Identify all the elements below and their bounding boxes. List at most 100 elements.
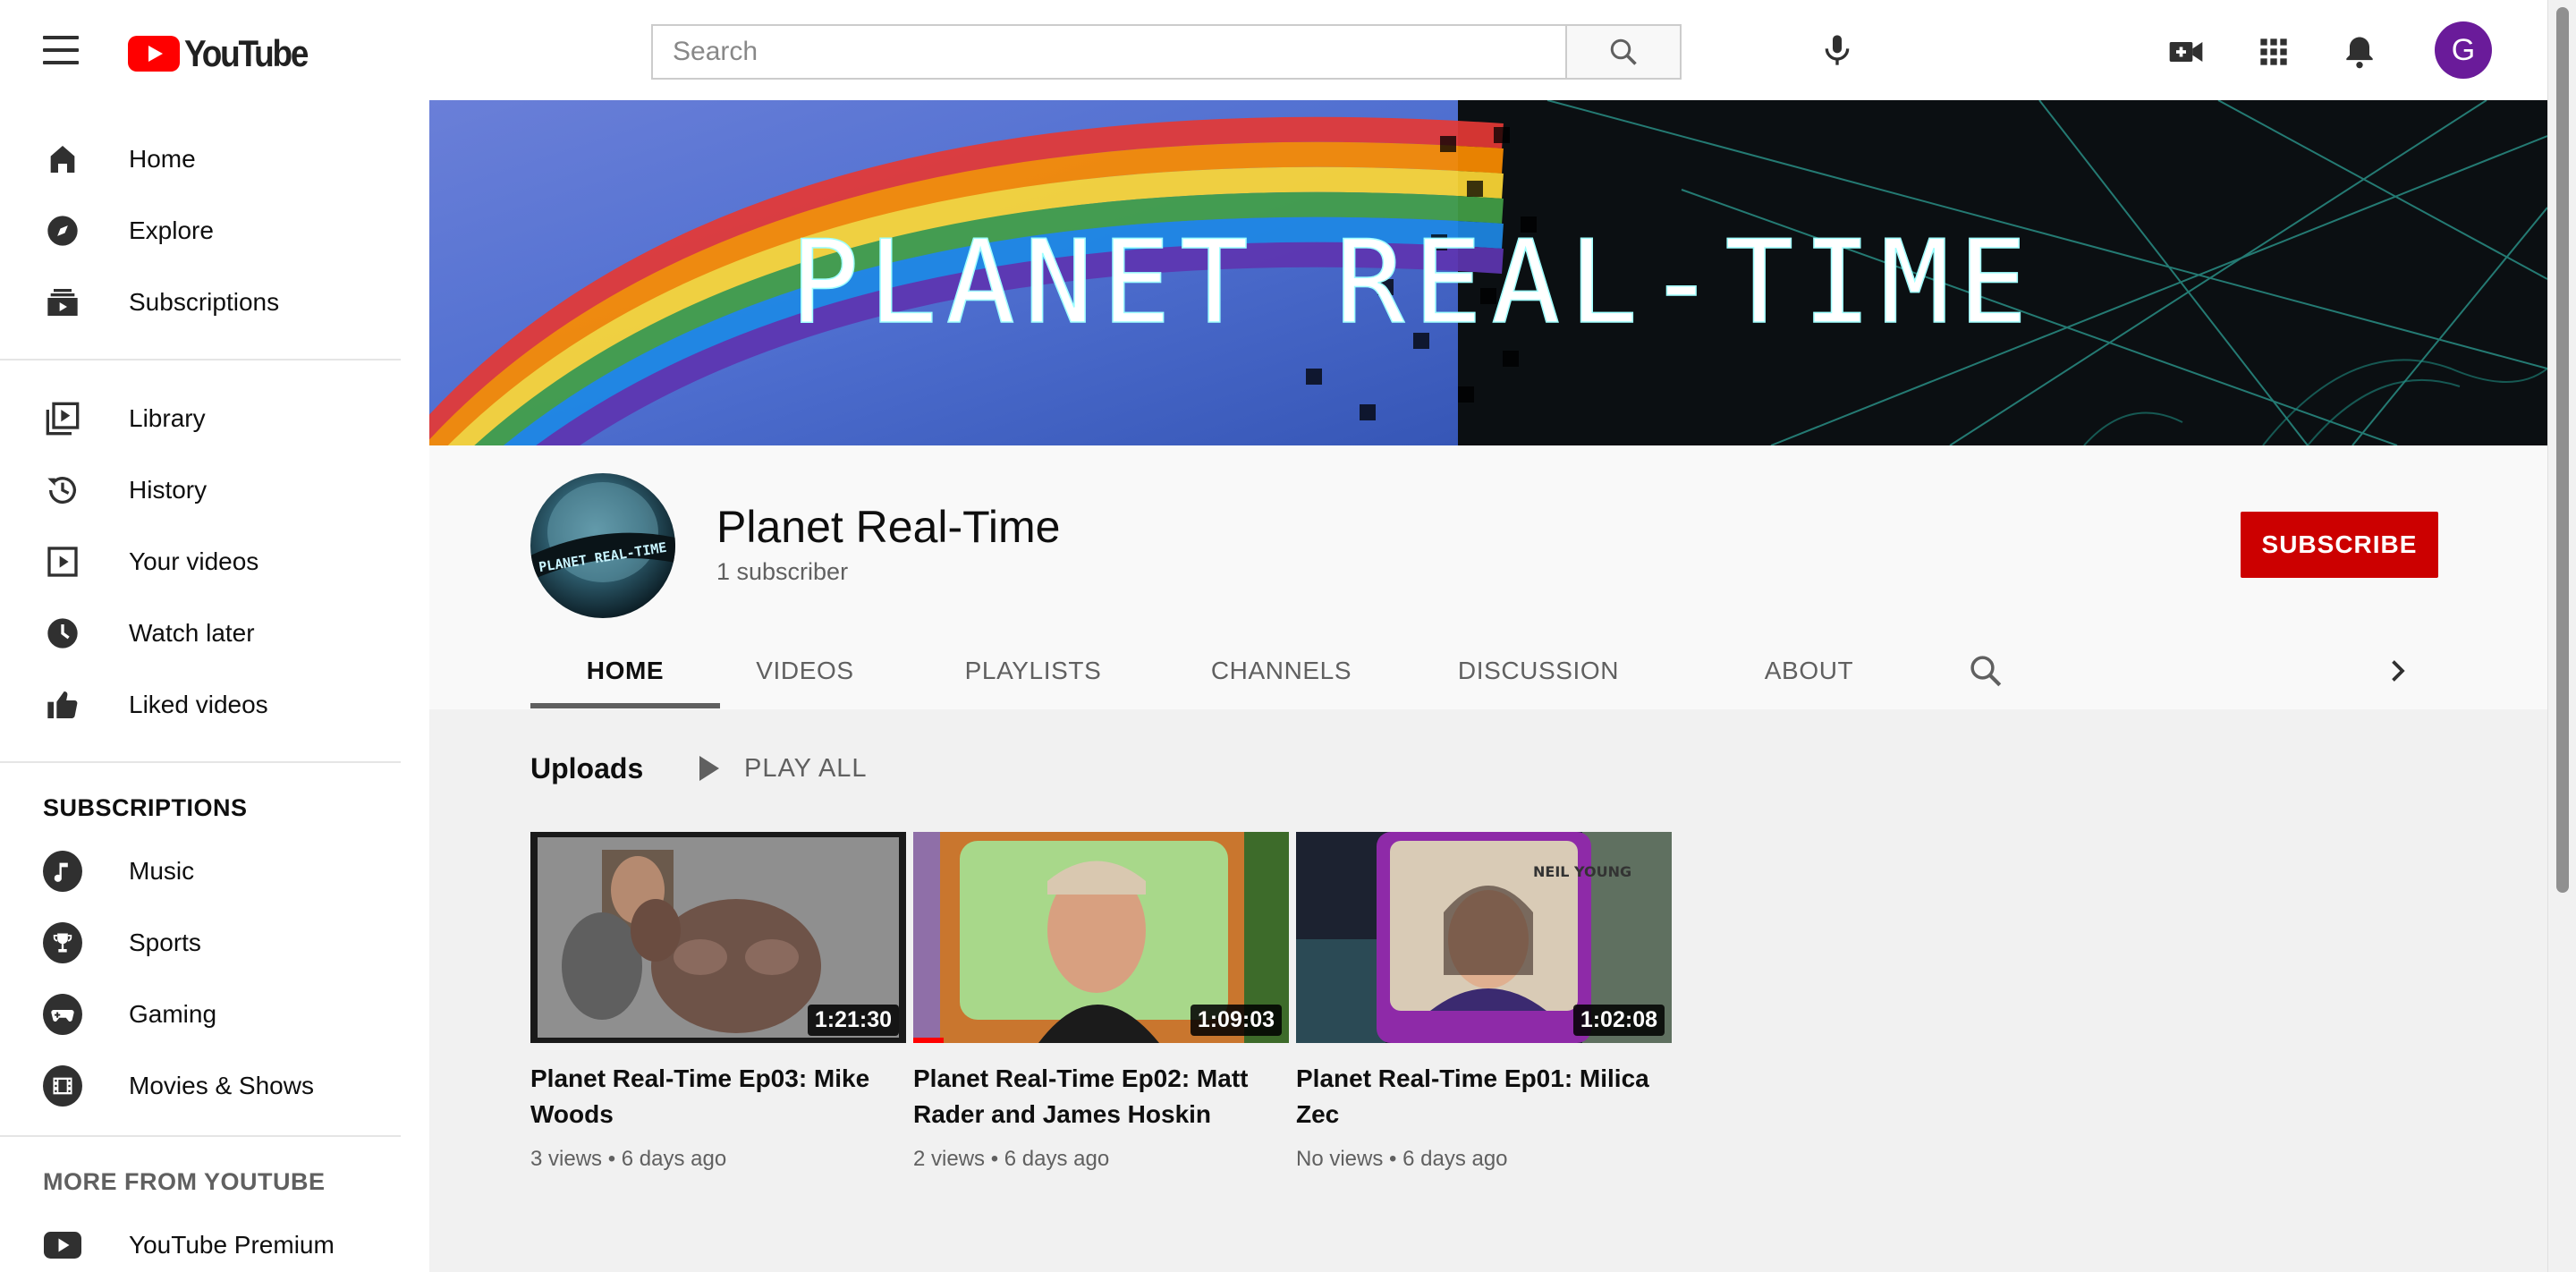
film-icon — [43, 1065, 82, 1107]
banner-art: PLANET REAL-TIME — [429, 100, 2547, 445]
sidebar-divider — [0, 359, 401, 360]
library-icon — [43, 399, 82, 438]
video-duration: 1:02:08 — [1572, 1005, 1665, 1036]
video-title[interactable]: Planet Real-Time Ep03: Mike Woods — [530, 1061, 897, 1132]
sidebar-item-gaming[interactable]: Gaming — [0, 979, 401, 1050]
youtube-logo[interactable]: YouTube — [128, 32, 324, 75]
search-input[interactable] — [653, 26, 1565, 78]
microphone-icon[interactable] — [1819, 32, 1855, 68]
gamepad-icon — [43, 994, 82, 1035]
subscriptions-heading: SUBSCRIPTIONS — [43, 794, 248, 821]
youtube-icon — [43, 1225, 82, 1265]
upload-age: 6 days ago — [1402, 1147, 1508, 1171]
apps-grid-icon[interactable] — [2254, 32, 2293, 72]
subscriptions-icon — [43, 283, 82, 322]
search-icon — [1610, 38, 1637, 65]
chevron-right-icon — [2392, 660, 2405, 682]
view-count: 3 views — [530, 1147, 603, 1171]
sidebar-item-home[interactable]: Home — [0, 123, 401, 195]
sidebar-item-label: Your videos — [129, 547, 259, 575]
video-thumbnail[interactable]: 1:09:03 — [913, 832, 1289, 1043]
account-avatar[interactable]: G — [2435, 21, 2492, 79]
youtube-play-icon — [128, 36, 180, 72]
video-thumbnail[interactable]: NEIL YOUNG 1:02:08 — [1296, 832, 1672, 1043]
notifications-bell-icon[interactable] — [2340, 32, 2379, 72]
video-card[interactable]: 1:21:30 Planet Real-Time Ep03: Mike Wood… — [530, 832, 906, 1172]
watch-progress-bar — [913, 1038, 944, 1043]
sidebar-item-movies-shows[interactable]: Movies & Shows — [0, 1050, 401, 1122]
tabs-next-button[interactable] — [2361, 633, 2433, 708]
trophy-icon — [43, 922, 82, 963]
sidebar-item-explore[interactable]: Explore — [0, 195, 401, 267]
video-card[interactable]: NEIL YOUNG 1:02:08 Planet Real-Time Ep01… — [1296, 832, 1672, 1172]
sidebar-item-label: Music — [129, 857, 195, 885]
menu-icon[interactable] — [43, 36, 79, 64]
channel-banner: PLANET REAL-TIME — [429, 100, 2547, 445]
video-card[interactable]: 1:09:03 Planet Real-Time Ep02: Matt Rade… — [913, 832, 1289, 1172]
sidebar-item-label: History — [129, 476, 208, 504]
sidebar-item-label: Subscriptions — [129, 288, 280, 316]
tab-discussion[interactable]: DISCUSSION — [1431, 633, 1646, 708]
compass-icon — [43, 211, 82, 250]
sidebar-item-watch-later[interactable]: Watch later — [0, 598, 401, 669]
view-count: 2 views — [913, 1147, 986, 1171]
sidebar-item-label: YouTube Premium — [129, 1231, 335, 1259]
tab-about[interactable]: ABOUT — [1735, 633, 1883, 708]
play-all-label: PLAY ALL — [744, 753, 868, 783]
video-duration: 1:09:03 — [1190, 1005, 1282, 1036]
sidebar-item-sports[interactable]: Sports — [0, 907, 401, 979]
scrollbar-thumb[interactable] — [2556, 7, 2569, 893]
tab-playlists[interactable]: PLAYLISTS — [939, 633, 1127, 708]
banner-title: PLANET REAL-TIME — [791, 216, 2037, 350]
channel-search-button[interactable] — [1950, 633, 2021, 708]
search-bar — [651, 24, 1682, 80]
video-thumbnail[interactable]: 1:21:30 — [530, 832, 906, 1043]
thumbs-up-icon — [43, 685, 82, 725]
sidebar-item-label: Gaming — [129, 1000, 217, 1028]
active-tab-indicator — [530, 703, 720, 708]
subscriber-count: 1 subscriber — [716, 558, 849, 585]
sidebar-item-label: Movies & Shows — [129, 1072, 314, 1099]
sidebar-divider — [0, 1135, 401, 1137]
sidebar-item-label: Liked videos — [129, 691, 268, 718]
video-title[interactable]: Planet Real-Time Ep02: Matt Rader and Ja… — [913, 1061, 1280, 1132]
home-icon — [43, 140, 82, 179]
clock-icon — [43, 614, 82, 653]
upload-age: 6 days ago — [1004, 1147, 1110, 1171]
svg-text:NEIL YOUNG: NEIL YOUNG — [1533, 863, 1631, 880]
sidebar-item-subscriptions[interactable]: Subscriptions — [0, 267, 401, 338]
video-metadata: No views • 6 days ago — [1296, 1147, 1508, 1171]
history-icon — [43, 471, 82, 510]
uploads-section-title[interactable]: Uploads — [530, 752, 643, 785]
sidebar-divider — [0, 761, 401, 763]
sidebar-item-library[interactable]: Library — [0, 383, 401, 454]
video-metadata: 2 views • 6 days ago — [913, 1147, 1110, 1171]
sidebar-item-history[interactable]: History — [0, 454, 401, 526]
sidebar-item-music[interactable]: Music — [0, 835, 401, 907]
your-videos-icon — [43, 542, 82, 581]
music-note-icon — [43, 851, 82, 892]
sidebar-item-label: Sports — [129, 929, 201, 956]
tab-videos[interactable]: VIDEOS — [733, 633, 877, 708]
upload-age: 6 days ago — [621, 1147, 727, 1171]
subscribe-button[interactable]: SUBSCRIBE — [2241, 512, 2438, 578]
logo-wordmark: YouTube — [184, 32, 309, 74]
create-video-icon[interactable] — [2166, 32, 2206, 72]
channel-header: PLANET REAL-TIME Planet Real-Time 1 subs… — [429, 445, 2547, 709]
video-title[interactable]: Planet Real-Time Ep01: Milica Zec — [1296, 1061, 1663, 1132]
play-icon — [699, 756, 719, 781]
video-metadata: 3 views • 6 days ago — [530, 1147, 727, 1171]
tab-channels[interactable]: CHANNELS — [1185, 633, 1377, 708]
tab-home[interactable]: HOME — [530, 633, 720, 708]
search-button[interactable] — [1565, 26, 1680, 78]
masthead: YouTube G — [0, 0, 2547, 100]
sidebar-item-label: Home — [129, 145, 196, 173]
sidebar-item-label: Explore — [129, 216, 214, 244]
play-all-button[interactable]: PLAY ALL — [689, 749, 868, 788]
channel-avatar[interactable]: PLANET REAL-TIME — [530, 473, 675, 618]
page-scrollbar[interactable] — [2547, 0, 2576, 1272]
sidebar-item-your-videos[interactable]: Your videos — [0, 526, 401, 598]
sidebar-item-youtube-premium[interactable]: YouTube Premium — [0, 1209, 401, 1272]
sidebar-item-liked-videos[interactable]: Liked videos — [0, 669, 401, 741]
more-from-youtube-heading: MORE FROM YOUTUBE — [43, 1168, 326, 1195]
